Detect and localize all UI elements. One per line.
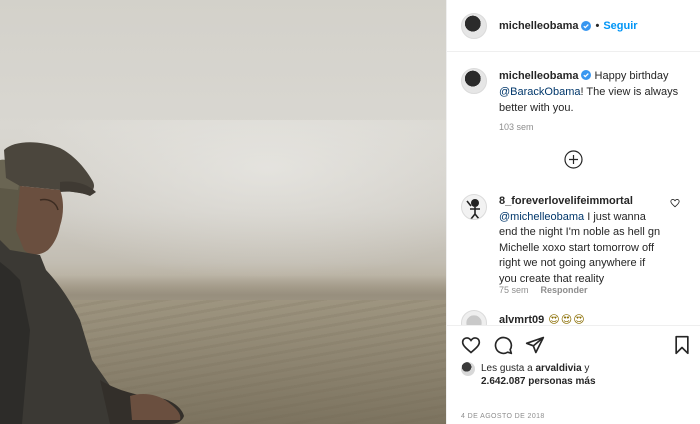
post-actions-section: Les gusta a arvaldivia y 2.642.087 perso… [447,325,700,424]
comment-item: 8_foreverlovelifeimmortal @michelleobama… [461,194,689,287]
post-sidebar: michelleobama • Seguir michelleobama Hap… [446,0,700,424]
post-header: michelleobama • Seguir [447,0,700,52]
comment-username[interactable]: alvmrt09 [499,314,544,325]
author-avatar[interactable] [461,12,487,39]
likes-suffix[interactable]: personas más [526,376,595,387]
likes-text: Les gusta a arvaldivia y 2.642.087 perso… [481,362,596,388]
post-caption: michelleobama Happy birthday @BarackObam… [461,68,689,116]
likes-summary: Les gusta a arvaldivia y 2.642.087 perso… [461,362,596,388]
heart-icon[interactable] [461,335,481,355]
liker-avatar[interactable] [461,362,475,376]
comment-reply-button[interactable]: Responder [541,285,588,295]
likes-prefix: Les gusta a [481,363,536,374]
comment-item: alvmrt09 😍😍😍 [461,310,689,325]
likes-connector: y [581,363,590,374]
comment-like-heart-icon[interactable] [670,198,680,208]
comment-username[interactable]: 8_foreverlovelifeimmortal [499,195,633,207]
caption-mention-link[interactable]: @BarackObama [499,86,580,98]
caption-avatar[interactable] [461,68,487,94]
comment-meta: 75 sem Responder [499,285,588,295]
share-icon[interactable] [525,335,545,355]
photo-people-silhouette [0,142,184,424]
verified-badge-icon [581,70,592,80]
likes-count[interactable]: 2.642.087 [481,376,526,387]
bookmark-icon[interactable] [672,335,692,355]
liker-username[interactable]: arvaldivia [535,363,581,374]
action-bar [461,335,545,355]
comment-emojis: 😍😍😍 [548,313,586,325]
load-more-plus-icon[interactable] [564,150,583,169]
caption-body: michelleobama Happy birthday @BarackObam… [499,68,689,116]
comment-avatar[interactable] [461,310,487,325]
author-username[interactable]: michelleobama [499,20,578,32]
comment-body: 8_foreverlovelifeimmortal @michelleobama… [499,194,664,287]
comment-mention-link[interactable]: @michelleobama [499,211,584,223]
caption-text-start: Happy birthday [594,70,669,82]
skeleton-avatar-icon [466,199,480,219]
post-date[interactable]: 4 DE AGOSTO DE 2018 [461,413,545,420]
caption-timestamp[interactable]: 103 sem [499,122,534,132]
follow-button[interactable]: Seguir [603,20,637,32]
comment-icon[interactable] [493,335,513,355]
post-photo[interactable] [0,0,446,424]
verified-badge-icon [581,20,592,31]
comment-avatar[interactable] [461,194,487,220]
caption-username[interactable]: michelleobama [499,70,578,82]
comment-timestamp[interactable]: 75 sem [499,285,529,295]
header-separator: • [595,19,600,32]
